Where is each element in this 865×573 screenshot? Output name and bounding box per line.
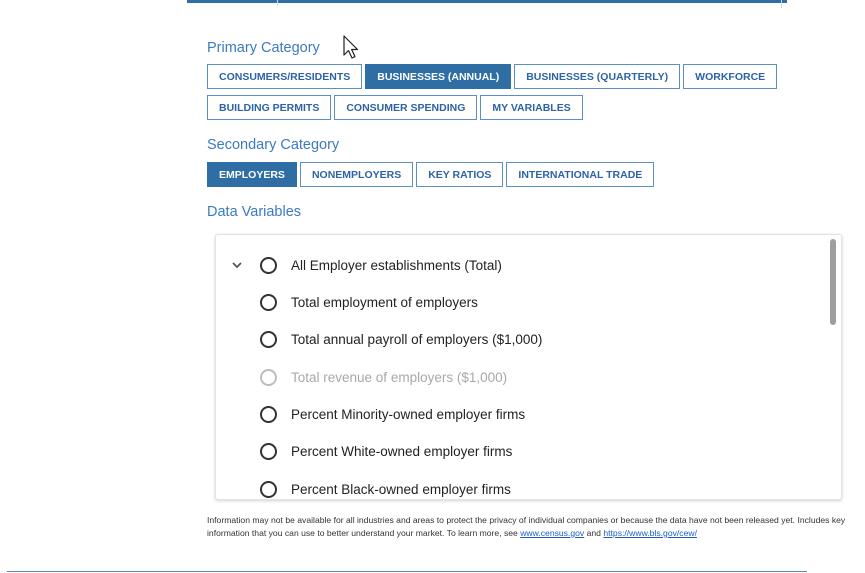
chevron-down-icon[interactable] <box>230 258 244 272</box>
primary-btn-businesses-quarterly[interactable]: BUSINESSES (QUARTERLY) <box>514 64 681 89</box>
primary-btn-workforce[interactable]: WORKFORCE <box>683 64 778 89</box>
primary-category-row-1: CONSUMERS/RESIDENTS BUSINESSES (ANNUAL) … <box>207 64 778 89</box>
radio-button[interactable] <box>260 480 277 498</box>
right-divider <box>781 0 782 8</box>
bls-link[interactable]: https://www.bls.gov/cew/ <box>603 528 697 538</box>
primary-btn-consumer-spending[interactable]: CONSUMER SPENDING <box>334 95 478 120</box>
variable-label: All Employer establishments (Total) <box>291 257 502 273</box>
primary-category-row-2: BUILDING PERMITS CONSUMER SPENDING MY VA… <box>207 95 583 120</box>
primary-btn-my-variables[interactable]: MY VARIABLES <box>480 95 583 120</box>
data-variables-list[interactable]: All Employer establishments (Total) Tota… <box>215 234 842 500</box>
secondary-category-heading: Secondary Category <box>207 137 340 153</box>
secondary-category-row: EMPLOYERS NONEMPLOYERS KEY RATIOS INTERN… <box>207 162 655 187</box>
secondary-btn-nonemployers[interactable]: NONEMPLOYERS <box>299 162 414 187</box>
category-panel: Primary Category CONSUMERS/RESIDENTS BUS… <box>7 0 862 573</box>
census-link[interactable]: www.census.gov <box>520 528 584 538</box>
radio-button[interactable] <box>260 256 277 274</box>
variable-label: Total revenue of employers ($1,000) <box>291 369 508 385</box>
secondary-btn-employers[interactable]: EMPLOYERS <box>207 162 297 187</box>
secondary-btn-key-ratios[interactable]: KEY RATIOS <box>416 162 504 187</box>
primary-category-heading: Primary Category <box>207 40 320 56</box>
radio-button[interactable] <box>260 330 277 348</box>
secondary-btn-international-trade[interactable]: INTERNATIONAL TRADE <box>506 162 655 187</box>
data-variables-heading: Data Variables <box>207 204 302 220</box>
variable-label: Percent White-owned employer firms <box>291 443 513 459</box>
top-divider <box>277 0 278 6</box>
radio-button[interactable] <box>260 405 277 423</box>
radio-button[interactable] <box>260 442 277 460</box>
primary-btn-businesses-annual[interactable]: BUSINESSES (ANNUAL) <box>365 64 512 89</box>
primary-btn-building-permits[interactable]: BUILDING PERMITS <box>207 95 332 120</box>
radio-button-disabled <box>260 368 277 386</box>
variable-label: Total annual payroll of employers ($1,00… <box>291 331 543 347</box>
footer-text-and: and <box>584 528 604 538</box>
primary-btn-consumers-residents[interactable]: CONSUMERS/RESIDENTS <box>207 64 363 89</box>
variable-label: Total employment of employers <box>291 294 478 310</box>
variable-label: Percent Minority-owned employer firms <box>291 406 526 422</box>
mouse-cursor-icon <box>343 35 359 59</box>
radio-button[interactable] <box>260 293 277 311</box>
bottom-divider <box>7 571 807 572</box>
scrollbar-thumb[interactable] <box>830 239 836 325</box>
footer-note: Information may not be available for all… <box>207 514 847 540</box>
variable-label: Percent Black-owned employer firms <box>291 481 511 497</box>
